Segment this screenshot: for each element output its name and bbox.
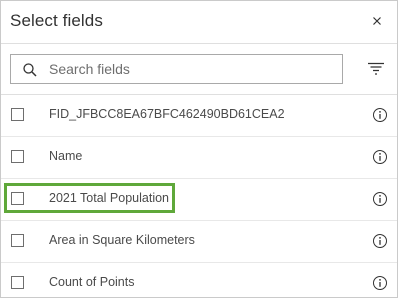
- field-row[interactable]: FID_JFBCC8EA67BFC462490BD61CEA2: [1, 95, 397, 137]
- field-checkbox[interactable]: [11, 192, 24, 205]
- sort-icon: [368, 62, 384, 75]
- field-row[interactable]: 2021 Total Population: [1, 179, 397, 221]
- field-row[interactable]: Area in Square Kilometers: [1, 221, 397, 263]
- field-label: Area in Square Kilometers: [49, 233, 195, 247]
- field-checkbox[interactable]: [11, 150, 24, 163]
- info-button[interactable]: [372, 275, 388, 291]
- panel-header: Select fields: [1, 1, 397, 44]
- info-icon: [373, 192, 387, 206]
- field-list: FID_JFBCC8EA67BFC462490BD61CEA2 Name 202…: [1, 95, 397, 304]
- info-button[interactable]: [372, 107, 388, 123]
- search-box[interactable]: [10, 54, 343, 84]
- info-button[interactable]: [372, 191, 388, 207]
- close-icon: [373, 17, 381, 25]
- field-label: FID_JFBCC8EA67BFC462490BD61CEA2: [49, 107, 285, 121]
- info-button[interactable]: [372, 149, 388, 165]
- info-button[interactable]: [372, 233, 388, 249]
- search-row: [1, 44, 397, 95]
- select-fields-panel: Select fields FID_JFBCC8EA67BF: [0, 0, 398, 298]
- field-checkbox[interactable]: [11, 108, 24, 121]
- info-icon: [373, 276, 387, 290]
- info-icon: [373, 150, 387, 164]
- info-icon: [373, 234, 387, 248]
- search-icon: [22, 62, 38, 78]
- field-label: Name: [49, 149, 83, 163]
- close-button[interactable]: [369, 13, 385, 29]
- search-input[interactable]: [49, 55, 339, 83]
- field-checkbox[interactable]: [11, 276, 24, 289]
- field-checkbox[interactable]: [11, 234, 24, 247]
- info-icon: [373, 108, 387, 122]
- field-row[interactable]: Name: [1, 137, 397, 179]
- field-label: Count of Points: [49, 275, 135, 289]
- sort-button[interactable]: [367, 61, 385, 77]
- panel-title: Select fields: [10, 11, 103, 30]
- field-label: 2021 Total Population: [49, 191, 170, 205]
